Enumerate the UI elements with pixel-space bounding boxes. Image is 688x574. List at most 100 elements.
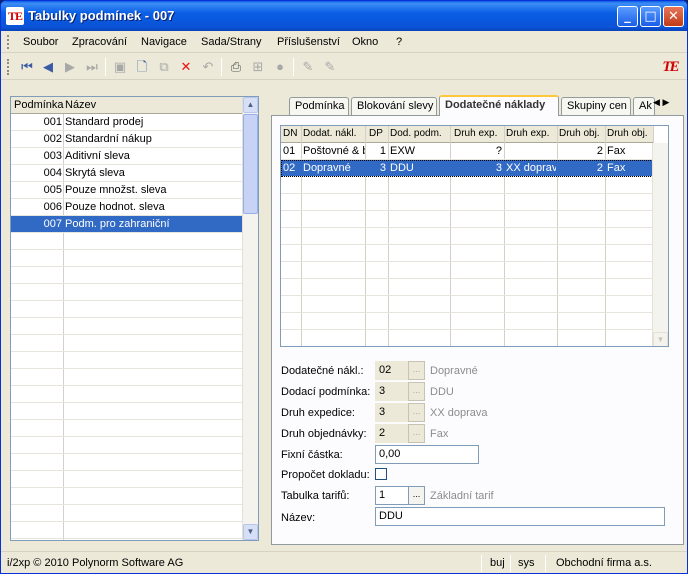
- field-dodatecne-naklady[interactable]: 02: [375, 361, 409, 380]
- grid-col-dp[interactable]: DP: [369, 128, 387, 139]
- previous-record-icon[interactable]: ◀: [39, 58, 57, 76]
- grid-col-dod-podm[interactable]: Dod. podm.: [390, 128, 450, 139]
- grid-row-empty[interactable]: [281, 262, 653, 279]
- costs-grid[interactable]: DN Dodat. nákl. DP Dod. podm. Druh exp. …: [280, 125, 669, 347]
- column-header-nazev[interactable]: Název: [65, 99, 96, 111]
- list-item-empty[interactable]: [11, 352, 244, 369]
- scroll-thumb[interactable]: [243, 114, 258, 214]
- grid-row-empty[interactable]: [281, 313, 653, 330]
- field-dodaci-podminka[interactable]: 3: [375, 382, 409, 401]
- list-item-empty[interactable]: [11, 301, 244, 318]
- new-icon[interactable]: 🗋: [133, 58, 151, 76]
- conditions-list[interactable]: Podmínka Název 001 Standard prodej 002 Stan…: [10, 96, 259, 541]
- grid-scrollbar[interactable]: ▼: [652, 143, 668, 346]
- list-item-empty[interactable]: [11, 250, 244, 267]
- grid-row[interactable]: 01 Poštovné & b 1 EXW? 2 Fax: [281, 143, 653, 160]
- grid-row-empty[interactable]: [281, 279, 653, 296]
- menu-help[interactable]: ?: [396, 36, 402, 48]
- list-item-empty[interactable]: [11, 267, 244, 284]
- grid-col-druh-obj-name[interactable]: Druh obj.: [607, 128, 653, 139]
- list-item-empty[interactable]: [11, 318, 244, 335]
- edit-icon[interactable]: ✎: [299, 58, 317, 76]
- list-item[interactable]: 004 Skrytá sleva: [11, 165, 244, 182]
- field-nazev[interactable]: DDU: [375, 507, 665, 526]
- grid-col-druh-exp[interactable]: Druh exp.: [454, 128, 504, 139]
- list-item-empty[interactable]: [11, 369, 244, 386]
- list-item[interactable]: 005 Pouze množst. sleva: [11, 182, 244, 199]
- picker-dodaci-podminka[interactable]: ...: [408, 382, 425, 401]
- list-item-empty[interactable]: [11, 386, 244, 403]
- picker-druh-expedice[interactable]: ...: [408, 403, 425, 422]
- close-button[interactable]: ✕: [663, 6, 684, 27]
- menu-prislusenstvi[interactable]: Příslušenství: [277, 36, 340, 48]
- app-logo-icon[interactable]: TE: [6, 7, 24, 25]
- grid-row-empty[interactable]: [281, 228, 653, 245]
- tab-podminka[interactable]: Podmínka: [289, 97, 349, 115]
- grid-col-druh-exp-name[interactable]: Druh exp.: [506, 128, 556, 139]
- grid-col-dn[interactable]: DN: [283, 128, 301, 139]
- field-druh-objednavky[interactable]: 2: [375, 424, 409, 443]
- grid-row-empty[interactable]: [281, 330, 653, 346]
- menu-navigace[interactable]: Navigace: [141, 36, 187, 48]
- tab-scroll-left-icon[interactable]: ◀: [653, 97, 660, 107]
- list-item-empty[interactable]: [11, 471, 244, 488]
- list-item-empty[interactable]: [11, 437, 244, 454]
- list-item[interactable]: 006 Pouze hodnot. sleva: [11, 199, 244, 216]
- list-item-empty[interactable]: [11, 335, 244, 352]
- tab-blokovani-slevy[interactable]: Blokování slevy: [351, 97, 437, 115]
- list-item-empty[interactable]: [11, 454, 244, 471]
- grid-row-empty[interactable]: [281, 245, 653, 262]
- field-druh-expedice[interactable]: 3: [375, 403, 409, 422]
- grid-row[interactable]: 02 Dopravné 3 DDU 3 XX doprav 2 Fax: [281, 160, 653, 177]
- list-item[interactable]: 007 Podm. pro zahraniční: [11, 216, 244, 233]
- grid-col-druh-obj[interactable]: Druh obj.: [559, 128, 607, 139]
- maximize-button[interactable]: □: [640, 6, 661, 27]
- list-item-empty[interactable]: [11, 284, 244, 301]
- tree-icon[interactable]: ⊞: [249, 58, 267, 76]
- copy-icon[interactable]: ⧉: [155, 58, 173, 76]
- title-bar[interactable]: TE Tabulky podmínek - 007 _ □ ✕: [1, 1, 687, 31]
- menu-sada-strany[interactable]: Sada/Strany: [201, 36, 262, 48]
- info-icon[interactable]: ●: [271, 58, 289, 76]
- field-fixni-castka[interactable]: 0,00: [375, 445, 479, 464]
- picker-druh-objednavky[interactable]: ...: [408, 424, 425, 443]
- list-item-empty[interactable]: [11, 488, 244, 505]
- list-item[interactable]: 002 Standardní nákup: [11, 131, 244, 148]
- list-item-empty[interactable]: [11, 403, 244, 420]
- list-item[interactable]: 001 Standard prodej: [11, 114, 244, 131]
- grid-row-empty[interactable]: [281, 194, 653, 211]
- picker-dodatecne-naklady[interactable]: ...: [408, 361, 425, 380]
- menu-soubor[interactable]: Soubor: [23, 36, 58, 48]
- minimize-button[interactable]: _: [617, 6, 638, 27]
- menu-grip[interactable]: [7, 35, 9, 49]
- last-record-icon[interactable]: ⏭: [83, 58, 101, 76]
- checkbox-propocet-dokladu[interactable]: [375, 468, 387, 480]
- list-item-empty[interactable]: [11, 505, 244, 522]
- scroll-up-icon[interactable]: ▲: [243, 97, 258, 113]
- tab-dodatecne-naklady[interactable]: Dodatečné náklady: [439, 95, 559, 116]
- grid-row-empty[interactable]: [281, 177, 653, 194]
- field-tabulka-tarifu[interactable]: 1: [375, 486, 409, 505]
- list-item-empty[interactable]: [11, 420, 244, 437]
- toolbar-grip[interactable]: [7, 59, 9, 75]
- delete-icon[interactable]: ✕: [177, 58, 195, 76]
- picker-tabulka-tarifu[interactable]: ...: [408, 486, 425, 505]
- undo-icon[interactable]: ↶: [199, 58, 217, 76]
- grid-row-empty[interactable]: [281, 296, 653, 313]
- list-item-empty[interactable]: [11, 522, 244, 539]
- tab-scroll-right-icon[interactable]: ▶: [662, 97, 669, 107]
- grid-row-empty[interactable]: [281, 211, 653, 228]
- menu-zpracovani[interactable]: Zpracování: [72, 36, 127, 48]
- grid-scroll-down-icon[interactable]: ▼: [653, 332, 668, 346]
- next-record-icon[interactable]: ▶: [61, 58, 79, 76]
- list-item-empty[interactable]: [11, 233, 244, 250]
- edit-alt-icon[interactable]: ✎: [321, 58, 339, 76]
- print-icon[interactable]: ⎙: [227, 58, 245, 76]
- column-header-podminka[interactable]: Podmínka: [14, 99, 64, 111]
- list-item[interactable]: 003 Aditivní sleva: [11, 148, 244, 165]
- scroll-down-icon[interactable]: ▼: [243, 524, 258, 540]
- menu-okno[interactable]: Okno: [352, 36, 378, 48]
- grid-col-dodat-nakl[interactable]: Dodat. nákl.: [303, 128, 363, 139]
- list-scrollbar[interactable]: ▲ ▼: [242, 97, 258, 540]
- save-icon[interactable]: ▣: [111, 58, 129, 76]
